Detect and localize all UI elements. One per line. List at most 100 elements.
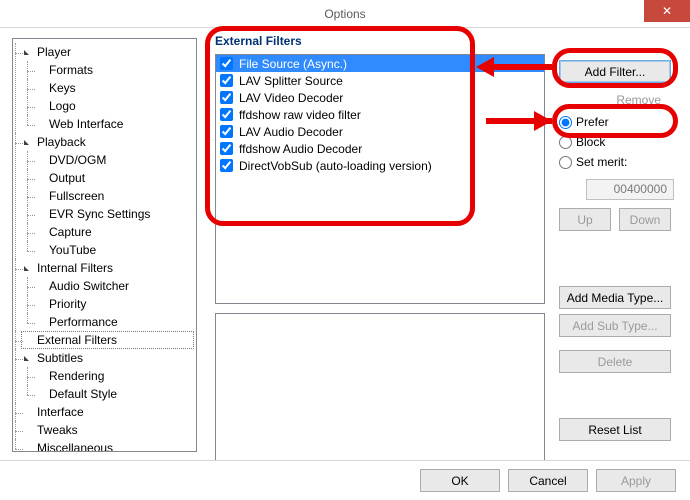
tree-node-audio-switcher[interactable]: Audio Switcher bbox=[33, 277, 194, 295]
titlebar: Options ✕ bbox=[0, 0, 690, 28]
external-filters-list[interactable]: File Source (Async.) LAV Splitter Source L… bbox=[215, 54, 545, 304]
filter-row[interactable]: LAV Audio Decoder bbox=[216, 123, 544, 140]
filter-label: File Source (Async.) bbox=[237, 57, 544, 71]
filter-mode-radios: Prefer Block Set merit: bbox=[559, 112, 675, 172]
tree-node-miscellaneous[interactable]: Miscellaneous bbox=[21, 439, 194, 452]
tree-node-performance[interactable]: Performance bbox=[33, 313, 194, 331]
tree-label: Rendering bbox=[47, 369, 106, 383]
tree-node-output[interactable]: Output bbox=[33, 169, 194, 187]
remove-filter-button[interactable]: Remove bbox=[559, 88, 671, 111]
tree-label: Capture bbox=[47, 225, 94, 239]
radio-prefer-input[interactable] bbox=[559, 116, 572, 129]
filter-checkbox[interactable] bbox=[220, 91, 233, 104]
media-types-list[interactable] bbox=[215, 313, 545, 471]
expander-icon[interactable] bbox=[21, 263, 32, 274]
tree-node-capture[interactable]: Capture bbox=[33, 223, 194, 241]
radio-set-merit[interactable]: Set merit: bbox=[559, 152, 675, 172]
tree-node-dvd-ogm[interactable]: DVD/OGM bbox=[33, 151, 194, 169]
tree-node-subtitles[interactable]: Subtitles bbox=[21, 349, 194, 367]
tree-node-rendering[interactable]: Rendering bbox=[33, 367, 194, 385]
move-down-button[interactable]: Down bbox=[619, 208, 671, 231]
filter-label: LAV Audio Decoder bbox=[237, 125, 544, 139]
tree-label: Interface bbox=[35, 405, 86, 419]
window-title: Options bbox=[324, 7, 365, 21]
filter-checkbox[interactable] bbox=[220, 108, 233, 121]
apply-button[interactable]: Apply bbox=[596, 469, 676, 492]
tree-label: Keys bbox=[47, 81, 78, 95]
tree-node-evr-sync-settings[interactable]: EVR Sync Settings bbox=[33, 205, 194, 223]
tree-label: Playback bbox=[35, 135, 88, 149]
merit-value-field: 00400000 bbox=[586, 179, 674, 200]
content-area: Player Formats Keys Logo Web Interface Playba… bbox=[0, 28, 690, 460]
group-title: External Filters bbox=[215, 34, 302, 48]
tree-label: Tweaks bbox=[35, 423, 80, 437]
expander-icon[interactable] bbox=[21, 47, 32, 58]
expander-icon[interactable] bbox=[21, 353, 32, 364]
tree-node-fullscreen[interactable]: Fullscreen bbox=[33, 187, 194, 205]
cancel-button[interactable]: Cancel bbox=[508, 469, 588, 492]
tree-node-logo[interactable]: Logo bbox=[33, 97, 194, 115]
close-button[interactable]: ✕ bbox=[644, 0, 690, 22]
category-tree[interactable]: Player Formats Keys Logo Web Interface Playba… bbox=[12, 38, 197, 452]
filter-row[interactable]: LAV Splitter Source bbox=[216, 72, 544, 89]
dialog-footer: OK Cancel Apply bbox=[0, 460, 690, 500]
tree-node-tweaks[interactable]: Tweaks bbox=[21, 421, 194, 439]
tree-label: Audio Switcher bbox=[47, 279, 131, 293]
tree-label: Fullscreen bbox=[47, 189, 106, 203]
filter-row[interactable]: ffdshow Audio Decoder bbox=[216, 140, 544, 157]
tree-label: DVD/OGM bbox=[47, 153, 108, 167]
tree-node-formats[interactable]: Formats bbox=[33, 61, 194, 79]
filter-row[interactable]: DirectVobSub (auto-loading version) bbox=[216, 157, 544, 174]
filter-label: ffdshow raw video filter bbox=[237, 108, 544, 122]
filter-row[interactable]: File Source (Async.) bbox=[216, 55, 544, 72]
tree-label: Web Interface bbox=[47, 117, 125, 131]
filter-checkbox[interactable] bbox=[220, 125, 233, 138]
tree-label: YouTube bbox=[47, 243, 98, 257]
tree-label: Internal Filters bbox=[35, 261, 115, 275]
tree-node-external-filters[interactable]: External Filters bbox=[21, 331, 194, 349]
filter-checkbox[interactable] bbox=[220, 57, 233, 70]
tree-node-player[interactable]: Player bbox=[21, 43, 194, 61]
tree-label: Formats bbox=[47, 63, 95, 77]
filter-checkbox[interactable] bbox=[220, 159, 233, 172]
tree-node-interface[interactable]: Interface bbox=[21, 403, 194, 421]
tree-node-priority[interactable]: Priority bbox=[33, 295, 194, 313]
tree-label: Default Style bbox=[47, 387, 119, 401]
tree-label: External Filters bbox=[35, 333, 119, 347]
filter-label: ffdshow Audio Decoder bbox=[237, 142, 544, 156]
tree-label: Miscellaneous bbox=[35, 441, 115, 452]
tree-node-keys[interactable]: Keys bbox=[33, 79, 194, 97]
add-media-type-button[interactable]: Add Media Type... bbox=[559, 286, 671, 309]
tree-node-internal-filters[interactable]: Internal Filters bbox=[21, 259, 194, 277]
filter-label: DirectVobSub (auto-loading version) bbox=[237, 159, 544, 173]
tree-label: Logo bbox=[47, 99, 78, 113]
tree-node-web-interface[interactable]: Web Interface bbox=[33, 115, 194, 133]
ok-button[interactable]: OK bbox=[420, 469, 500, 492]
tree-node-youtube[interactable]: YouTube bbox=[33, 241, 194, 259]
move-up-button[interactable]: Up bbox=[559, 208, 611, 231]
tree-label: EVR Sync Settings bbox=[47, 207, 152, 221]
add-filter-button[interactable]: Add Filter... bbox=[559, 60, 671, 83]
filter-checkbox[interactable] bbox=[220, 74, 233, 87]
filter-label: LAV Splitter Source bbox=[237, 74, 544, 88]
filter-label: LAV Video Decoder bbox=[237, 91, 544, 105]
expander-icon[interactable] bbox=[21, 137, 32, 148]
delete-media-button[interactable]: Delete bbox=[559, 350, 671, 373]
tree-node-default-style[interactable]: Default Style bbox=[33, 385, 194, 403]
radio-prefer[interactable]: Prefer bbox=[559, 112, 675, 132]
radio-block-input[interactable] bbox=[559, 136, 572, 149]
filter-row[interactable]: ffdshow raw video filter bbox=[216, 106, 544, 123]
close-icon: ✕ bbox=[662, 4, 672, 18]
reset-list-button[interactable]: Reset List bbox=[559, 418, 671, 441]
radio-block[interactable]: Block bbox=[559, 132, 675, 152]
tree-label: Player bbox=[35, 45, 73, 59]
tree-label: Output bbox=[47, 171, 87, 185]
radio-set-merit-input[interactable] bbox=[559, 156, 572, 169]
filter-row[interactable]: LAV Video Decoder bbox=[216, 89, 544, 106]
tree-label: Subtitles bbox=[35, 351, 85, 365]
tree-label: Performance bbox=[47, 315, 120, 329]
tree-node-playback[interactable]: Playback bbox=[21, 133, 194, 151]
filter-checkbox[interactable] bbox=[220, 142, 233, 155]
tree-label: Priority bbox=[47, 297, 88, 311]
add-sub-type-button[interactable]: Add Sub Type... bbox=[559, 314, 671, 337]
